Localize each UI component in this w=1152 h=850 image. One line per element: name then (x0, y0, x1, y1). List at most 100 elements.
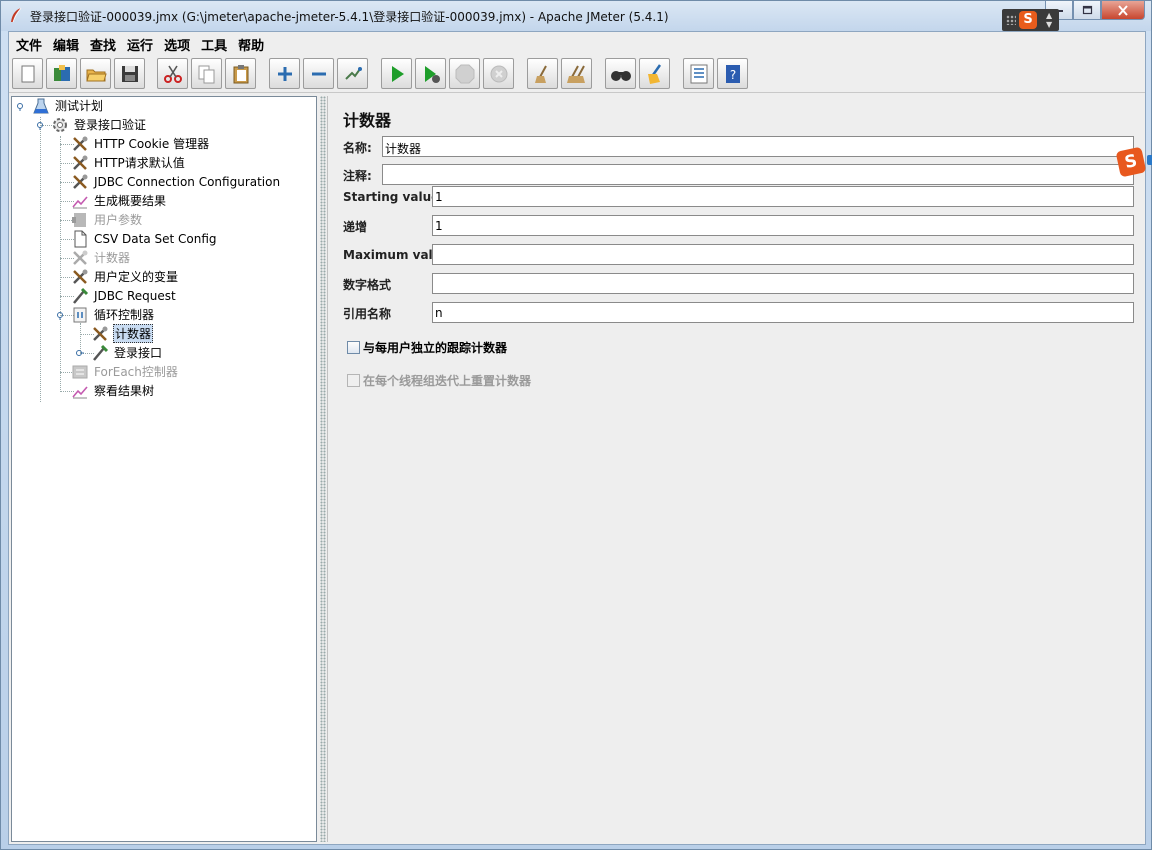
panel-title: 计数器 (343, 111, 392, 130)
ime-menu-chevron-icon[interactable]: ▲ ▼ (1046, 11, 1052, 29)
ime-grip-icon[interactable] (1006, 15, 1016, 25)
tree-expand-toggle[interactable] (76, 349, 84, 357)
config-element-icon (91, 325, 109, 343)
start-no-pauses-button[interactable] (415, 58, 446, 89)
start-value-label: Starting value (343, 190, 440, 204)
tree-node[interactable]: 登录接口验证 (51, 115, 147, 134)
number-format-input[interactable] (432, 273, 1134, 294)
ime-toolbar[interactable]: S ▲ ▼ (1002, 9, 1059, 31)
reset-search-button[interactable] (639, 58, 670, 89)
close-button[interactable] (1101, 1, 1145, 20)
collapse-icon (311, 72, 326, 75)
new-button[interactable] (12, 58, 43, 89)
tree-node[interactable]: 计数器 (71, 248, 131, 267)
thread-group-icon (51, 116, 69, 134)
tree-node[interactable]: 循环控制器 (71, 305, 155, 324)
templates-button[interactable] (46, 58, 77, 89)
reference-name-input[interactable]: n (432, 302, 1134, 323)
function-helper-button[interactable] (683, 58, 714, 89)
config-element-icon (71, 268, 89, 286)
increment-input[interactable]: 1 (432, 215, 1134, 236)
tree-node[interactable]: ForEach控制器 (71, 362, 179, 381)
toggle-button[interactable] (337, 58, 368, 89)
paste-button[interactable] (225, 58, 256, 89)
start-button[interactable] (381, 58, 412, 89)
shutdown-button[interactable] (483, 58, 514, 89)
tree-node[interactable]: JDBC Connection Configuration (71, 172, 281, 191)
sampler-icon (91, 344, 109, 362)
maximum-value-input[interactable] (432, 244, 1134, 265)
paste-icon (233, 64, 248, 83)
shutdown-icon (490, 65, 507, 82)
toggle-icon (344, 66, 362, 80)
tree-collapse-toggle[interactable] (56, 312, 64, 320)
expand-icon (277, 66, 292, 81)
jmeter-window: 登录接口验证-000039.jmx (G:\jmeter\apache-jmet… (0, 0, 1152, 850)
tree-node-selected[interactable]: 计数器 (91, 324, 154, 343)
maximize-button[interactable] (1073, 1, 1101, 20)
tree-node[interactable]: JDBC Request (71, 286, 177, 305)
collapse-all-button[interactable] (303, 58, 334, 89)
reset-counter-checkbox[interactable]: 在每个线程组迭代上重置计数器 (347, 372, 531, 389)
clear-button[interactable] (527, 58, 558, 89)
menu-help[interactable]: 帮助 (233, 32, 270, 54)
window-title: 登录接口验证-000039.jmx (G:\jmeter\apache-jmet… (30, 10, 669, 24)
per-user-counter-checkbox[interactable]: 与每用户独立的跟踪计数器 (347, 339, 507, 356)
config-element-icon (71, 135, 89, 153)
expand-all-button[interactable] (269, 58, 300, 89)
menu-file[interactable]: 文件 (11, 32, 48, 54)
checkbox-box[interactable] (347, 374, 360, 387)
open-button[interactable] (80, 58, 111, 89)
menu-tools[interactable]: 工具 (196, 32, 233, 54)
sogou-ime-icon[interactable]: S (1019, 11, 1037, 29)
tree-collapse-toggle[interactable] (16, 103, 24, 111)
tree-node[interactable]: CSV Data Set Config (71, 229, 218, 248)
tree-node[interactable]: 察看结果树 (71, 381, 155, 400)
clear-all-icon (566, 65, 585, 83)
tree-node[interactable]: HTTP请求默认值 (71, 153, 186, 172)
start-value-input[interactable]: 1 (432, 186, 1134, 207)
help-icon: ? (725, 64, 740, 83)
tree-node[interactable]: 登录接口 (91, 343, 163, 362)
menu-bar: 文件 编辑 查找 运行 选项 工具 帮助 (9, 32, 1145, 54)
tree-node[interactable]: 生成概要结果 (71, 191, 167, 210)
tree-node[interactable]: 用户参数 (71, 210, 143, 229)
sogou-floating-icon[interactable]: S (1115, 146, 1147, 178)
sogou-floating-tab[interactable] (1147, 155, 1152, 165)
checkbox-box[interactable] (347, 341, 360, 354)
start-icon (391, 65, 404, 82)
config-element-icon (71, 173, 89, 191)
config-element-icon (71, 249, 89, 267)
tree-node[interactable]: 用户定义的变量 (71, 267, 179, 286)
search-button[interactable] (605, 58, 636, 89)
menu-search[interactable]: 查找 (85, 32, 122, 54)
function-helper-icon (690, 64, 707, 83)
save-button[interactable] (114, 58, 145, 89)
templates-icon (53, 64, 70, 81)
pane-splitter[interactable] (320, 96, 326, 842)
help-button[interactable]: ? (717, 58, 748, 89)
copy-icon (198, 65, 214, 83)
reference-name-row: 引用名称 (343, 303, 391, 323)
reset-counter-label: 在每个线程组迭代上重置计数器 (363, 374, 532, 388)
menu-edit[interactable]: 编辑 (48, 32, 85, 54)
stop-button[interactable] (449, 58, 480, 89)
cut-icon (163, 65, 182, 83)
increment-row: 递增 (343, 216, 367, 236)
copy-button[interactable] (191, 58, 222, 89)
comment-input[interactable] (382, 164, 1134, 185)
loop-controller-icon (71, 306, 89, 324)
clear-all-button[interactable] (561, 58, 592, 89)
save-icon (121, 65, 138, 82)
number-format-label: 数字格式 (343, 277, 392, 292)
menu-run[interactable]: 运行 (122, 32, 159, 54)
test-plan-tree[interactable]: 测试计划 登录接口验证 HTTP Cookie 管理器 HTTP请求默认值 JD… (11, 96, 317, 842)
tree-node[interactable]: 测试计划 (32, 96, 104, 115)
tree-collapse-toggle[interactable] (36, 122, 44, 130)
cut-button[interactable] (157, 58, 188, 89)
comment-row: 注释: (343, 165, 372, 185)
open-icon (85, 69, 107, 81)
tree-node[interactable]: HTTP Cookie 管理器 (71, 134, 210, 153)
name-input[interactable]: 计数器 (382, 136, 1134, 157)
menu-options[interactable]: 选项 (159, 32, 196, 54)
